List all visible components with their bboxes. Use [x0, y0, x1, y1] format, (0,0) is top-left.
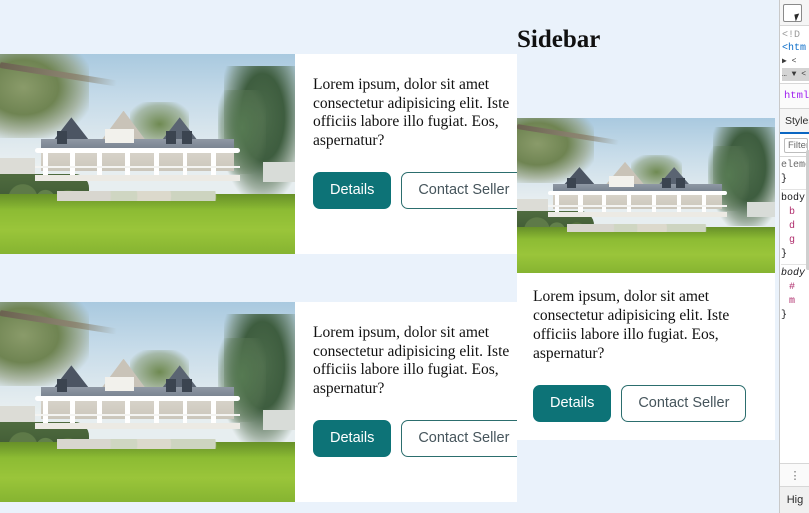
listing-actions: Details Contact Seller — [313, 420, 527, 457]
window — [661, 177, 671, 188]
sidebar-listing-actions: Details Contact Seller — [533, 385, 759, 422]
tab-styles-label: Styles — [785, 114, 809, 127]
contact-seller-button[interactable]: Contact Seller — [621, 385, 747, 422]
listing-image[interactable] — [0, 54, 295, 254]
listing-card: Lorem ipsum, dolor sit amet consectetur … — [0, 302, 527, 502]
rule-separator — [781, 264, 809, 265]
devtools-breadcrumb[interactable]: html — [780, 83, 809, 109]
foundation-plants — [57, 191, 226, 202]
house — [35, 110, 242, 202]
contact-seller-button[interactable]: Contact Seller — [401, 172, 527, 209]
sidebar-title: Sidebar — [517, 26, 601, 53]
css-rule-selector[interactable]: body — [781, 192, 809, 206]
window — [609, 176, 634, 188]
styles-filter-input[interactable]: Filter — [784, 137, 808, 153]
devtools-toolbar — [780, 0, 809, 26]
window — [165, 130, 176, 145]
css-rule-selector[interactable]: body — [781, 267, 809, 281]
porch-railing — [35, 413, 240, 417]
sidebar-listing-image[interactable] — [517, 118, 775, 273]
css-rule-close: } — [781, 310, 788, 321]
highlight-button[interactable]: Hig — [780, 486, 809, 513]
listing-image[interactable] — [0, 302, 295, 502]
porch-railing — [35, 165, 240, 169]
porch — [35, 400, 240, 430]
css-property[interactable]: d — [781, 220, 809, 234]
devtools-tab-styles[interactable]: Styles — [780, 109, 809, 134]
window — [181, 378, 192, 393]
window — [57, 130, 68, 145]
neighbor-house-right — [262, 162, 295, 182]
window — [105, 377, 134, 392]
devtools-filter-row: Filter — [780, 134, 809, 157]
porch-skirt — [35, 422, 240, 430]
breadcrumb-html[interactable]: html — [784, 90, 809, 102]
sidebar-listing-card: Lorem ipsum, dolor sit amet consectetur … — [517, 118, 775, 440]
details-button[interactable]: Details — [533, 385, 612, 422]
listing-description: Lorem ipsum, dolor sit amet consectetur … — [313, 324, 510, 397]
window — [165, 378, 176, 393]
markup-line[interactable]: ▶ < — [782, 55, 809, 68]
sidebar-listing-description: Lorem ipsum, dolor sit amet consectetur … — [533, 288, 730, 362]
devtools-rules-view[interactable]: element } body b d g } body # m } — [780, 157, 809, 323]
css-rule-close: } — [781, 249, 788, 260]
house — [547, 161, 728, 233]
css-property[interactable]: b — [781, 206, 809, 220]
listing-actions: Details Contact Seller — [313, 172, 527, 209]
main-content-column: Lorem ipsum, dolor sit amet consectetur … — [0, 0, 527, 513]
css-rule-selector[interactable]: element — [781, 159, 809, 173]
house-photo — [0, 54, 295, 254]
css-property[interactable]: g — [781, 234, 809, 248]
sidebar-listing-body: Lorem ipsum, dolor sit amet consectetur … — [517, 273, 775, 422]
css-property[interactable]: m — [781, 295, 809, 309]
window — [105, 129, 134, 144]
window — [181, 130, 192, 145]
markup-line-selected[interactable]: … ▼ < — [782, 68, 809, 81]
foundation-plants — [57, 439, 226, 450]
listing-body: Lorem ipsum, dolor sit amet consectetur … — [295, 54, 544, 254]
devtools-panel: <!D <htm ▶ < … ▼ < html Styles Filter el… — [779, 0, 809, 513]
browser-page: Lorem ipsum, dolor sit amet consectetur … — [0, 0, 809, 513]
porch-skirt — [547, 211, 727, 217]
drag-handle-icon[interactable]: ⋮ — [780, 463, 809, 486]
css-property[interactable]: # — [781, 281, 809, 295]
devtools-bottom: ⋮ Hig — [780, 463, 809, 513]
window — [675, 177, 685, 188]
devtools-markup-view[interactable]: <!D <htm ▶ < … ▼ < — [780, 26, 809, 83]
window — [57, 378, 68, 393]
element-picker-icon[interactable] — [783, 3, 802, 22]
porch-skirt — [35, 174, 240, 182]
house-photo — [517, 118, 775, 273]
neighbor-house-right — [746, 201, 775, 218]
porch-railing — [547, 204, 727, 207]
house — [35, 358, 242, 450]
foundation-plants — [567, 224, 715, 233]
markup-line[interactable]: <!D — [782, 29, 809, 42]
listing-description: Lorem ipsum, dolor sit amet consectetur … — [313, 76, 510, 149]
porch — [35, 152, 240, 182]
porch — [547, 194, 727, 217]
sidebar: Sidebar Lorem ipsum, dolor sit amet cons… — [517, 0, 779, 513]
css-rule-close: } — [781, 174, 788, 185]
details-button[interactable]: Details — [313, 172, 392, 209]
listing-body: Lorem ipsum, dolor sit amet consectetur … — [295, 302, 544, 502]
details-button[interactable]: Details — [313, 420, 392, 457]
rule-separator — [781, 189, 809, 190]
highlight-button-label: Hig — [786, 494, 804, 506]
house-photo — [0, 302, 295, 502]
window — [567, 177, 576, 188]
neighbor-house-right — [262, 410, 295, 430]
listing-card: Lorem ipsum, dolor sit amet consectetur … — [0, 54, 527, 254]
markup-line[interactable]: <htm — [782, 42, 809, 55]
contact-seller-button[interactable]: Contact Seller — [401, 420, 527, 457]
